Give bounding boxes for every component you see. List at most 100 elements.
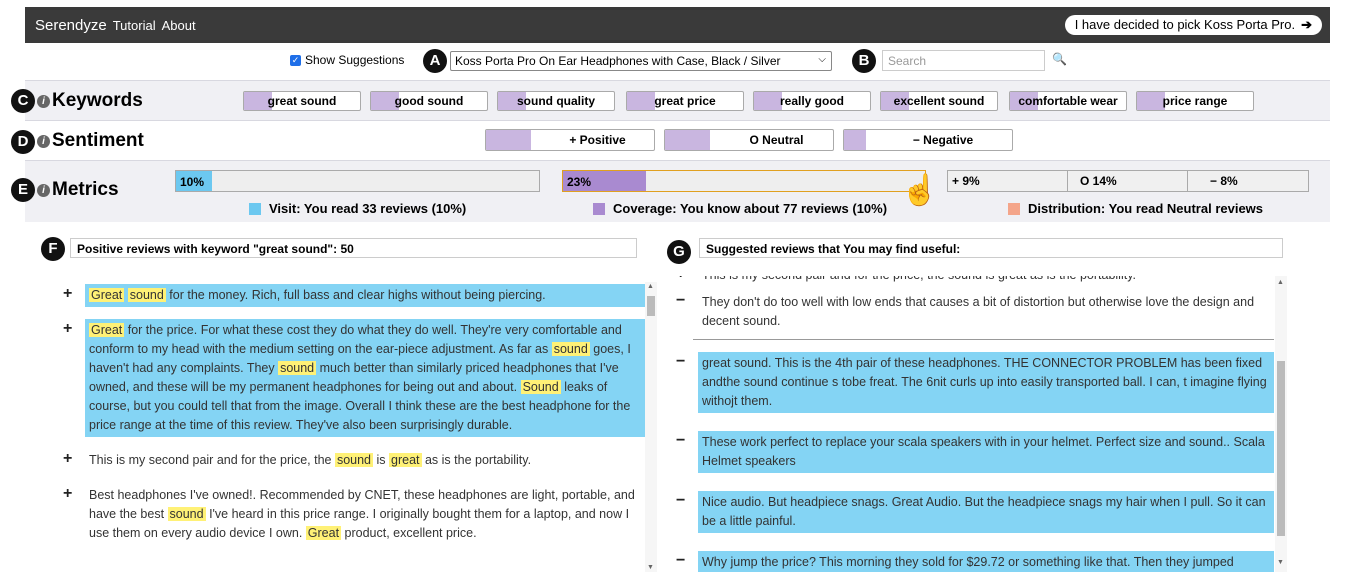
visit-bar: 10% <box>175 170 540 192</box>
review-item[interactable]: + Best headphones I've owned!. Recommende… <box>55 484 645 545</box>
review-text: This is my second pair and for the price… <box>89 453 532 467</box>
sentiment-title: i Sentiment <box>37 130 144 152</box>
show-suggestions-label: Show Suggestions <box>305 53 405 67</box>
keyword-label: great sound <box>267 94 337 108</box>
nav-about[interactable]: About <box>162 18 196 33</box>
visit-value: 10% <box>180 175 205 189</box>
coverage-bar[interactable]: 23% <box>562 170 926 192</box>
visit-legend: Visit: You read 33 reviews (10%) <box>249 201 466 216</box>
marker-g: G <box>667 240 691 264</box>
keyword-label: great price <box>654 94 716 108</box>
positive-sign-icon: + <box>676 276 685 283</box>
distribution-bar: + 9% O 14% − 8% <box>947 170 1309 192</box>
review-text: great sound. This is the 4th pair of the… <box>698 352 1274 413</box>
review-text: Great sound for the money. Rich, full ba… <box>85 284 645 307</box>
sentiment-neutral-label: O Neutral <box>749 133 804 147</box>
review-text: They don't do too well with low ends tha… <box>702 295 1255 328</box>
right-scrollbar[interactable]: ▲ ▼ <box>1275 276 1287 572</box>
keyword-label: good sound <box>394 94 464 108</box>
coverage-legend-text: Coverage: You know about 77 reviews (10%… <box>613 201 888 216</box>
search-input[interactable]: Search <box>882 50 1045 71</box>
positive-sign-icon: + <box>63 285 73 302</box>
review-item[interactable]: − Nice audio. But headpiece snags. Great … <box>668 491 1274 533</box>
negative-sign-icon: − <box>676 492 686 509</box>
review-item[interactable]: − Why jump the price? This morning they s… <box>668 551 1274 572</box>
review-text: Great for the price. For what these cost… <box>85 319 645 437</box>
marker-b: B <box>852 49 876 73</box>
info-icon[interactable]: i <box>37 183 50 197</box>
distribution-positive: + 9% <box>948 171 1068 191</box>
review-item[interactable]: + Great for the price. For what these cos… <box>55 319 645 437</box>
metrics-label: Metrics <box>52 179 119 200</box>
nav-tutorial[interactable]: Tutorial <box>113 18 156 33</box>
review-text: Why jump the price? This morning they so… <box>698 551 1274 572</box>
sentiment-negative-label: − Negative <box>912 133 974 147</box>
visit-swatch <box>249 202 261 215</box>
keyword-chip[interactable]: price range <box>1136 91 1254 111</box>
keyword-label: price range <box>1162 94 1228 108</box>
app-title: Serendyze <box>35 17 107 34</box>
metrics-row: E i Metrics 10% Visit: You read 33 review… <box>11 160 1330 222</box>
review-item[interactable]: + This is my second pair and for the pric… <box>668 276 1274 287</box>
hand-cursor-icon: ☝ <box>901 174 939 207</box>
keyword-chip[interactable]: great price <box>626 91 744 111</box>
coverage-value: 23% <box>567 175 592 189</box>
positive-sign-icon: + <box>63 485 73 502</box>
visit-legend-text: Visit: You read 33 reviews (10%) <box>269 201 467 216</box>
chevron-down-icon: ⌵ <box>818 54 826 65</box>
marker-a: A <box>423 49 447 73</box>
keyword-chip[interactable]: great sound <box>243 91 361 111</box>
checkbox-checked-icon[interactable]: ✓ <box>290 54 301 66</box>
marker-e: E <box>11 178 35 202</box>
coverage-swatch <box>593 202 605 215</box>
review-item[interactable]: + Great sound for the money. Rich, full b… <box>55 284 645 307</box>
review-text: Best headphones I've owned!. Recommended… <box>89 488 635 540</box>
pick-label: I have decided to pick Koss Porta Pro. <box>1074 17 1296 32</box>
info-icon[interactable]: i <box>37 134 50 148</box>
keywords-row: C i Keywords great sound good sound sound… <box>11 80 1330 120</box>
positive-sign-icon: + <box>63 320 73 337</box>
control-bar: ✓ Show Suggestions A Koss Porta Pro On Ea… <box>25 44 1330 78</box>
negative-sign-icon: − <box>676 432 686 449</box>
review-item[interactable]: + This is my second pair and for the pric… <box>55 449 645 472</box>
keyword-chip[interactable]: really good <box>753 91 871 111</box>
arrow-right-icon: ➔ <box>1301 17 1312 32</box>
review-text: These work perfect to replace your scala… <box>698 431 1274 473</box>
sentiment-positive-button[interactable]: + Positive <box>485 129 655 151</box>
marker-f: F <box>41 237 65 261</box>
keyword-chip[interactable]: good sound <box>370 91 488 111</box>
keyword-chip[interactable]: excellent sound <box>880 91 998 111</box>
search-icon[interactable]: 🔍 <box>1052 52 1067 66</box>
product-selected: Koss Porta Pro On Ear Headphones with Ca… <box>455 54 781 68</box>
sentiment-label: Sentiment <box>52 130 144 151</box>
sentiment-neutral-button[interactable]: O Neutral <box>664 129 834 151</box>
marker-c: C <box>11 89 35 113</box>
show-suggestions-toggle[interactable]: ✓ Show Suggestions <box>290 53 404 67</box>
review-text: Nice audio. But headpiece snags. Great A… <box>698 491 1274 533</box>
product-select[interactable]: Koss Porta Pro On Ear Headphones with Ca… <box>450 51 832 71</box>
coverage-legend: Coverage: You know about 77 reviews (10%… <box>593 201 887 216</box>
metrics-title: i Metrics <box>37 179 119 201</box>
left-scrollbar[interactable]: ▲ ▼ <box>645 282 657 572</box>
review-item[interactable]: − They don't do too well with low ends th… <box>668 291 1274 333</box>
review-item[interactable]: − These work perfect to replace your scal… <box>668 431 1274 473</box>
pick-product-button[interactable]: I have decided to pick Koss Porta Pro. ➔ <box>1064 15 1322 35</box>
info-icon[interactable]: i <box>37 94 50 108</box>
positive-sign-icon: + <box>63 450 73 467</box>
keywords-label: Keywords <box>52 90 143 111</box>
keyword-label: comfortable wear <box>1018 94 1118 108</box>
keyword-label: really good <box>779 94 844 108</box>
keyword-label: excellent sound <box>893 94 985 108</box>
sentiment-row: D i Sentiment + Positive O Neutral − Nega… <box>11 120 1330 160</box>
review-item[interactable]: − great sound. This is the 4th pair of th… <box>668 352 1274 413</box>
keyword-chip[interactable]: comfortable wear <box>1009 91 1127 111</box>
sentiment-negative-button[interactable]: − Negative <box>843 129 1013 151</box>
keyword-label: sound quality <box>517 94 595 108</box>
distribution-neutral: O 14% <box>1068 171 1188 191</box>
keyword-chip[interactable]: sound quality <box>497 91 615 111</box>
review-text: This is my second pair and for the price… <box>698 276 1274 287</box>
positive-review-list: + Great sound for the money. Rich, full b… <box>55 282 645 572</box>
negative-sign-icon: − <box>676 353 686 370</box>
left-panel-header: Positive reviews with keyword "great sou… <box>70 238 637 258</box>
sentiment-positive-label: + Positive <box>569 133 626 147</box>
